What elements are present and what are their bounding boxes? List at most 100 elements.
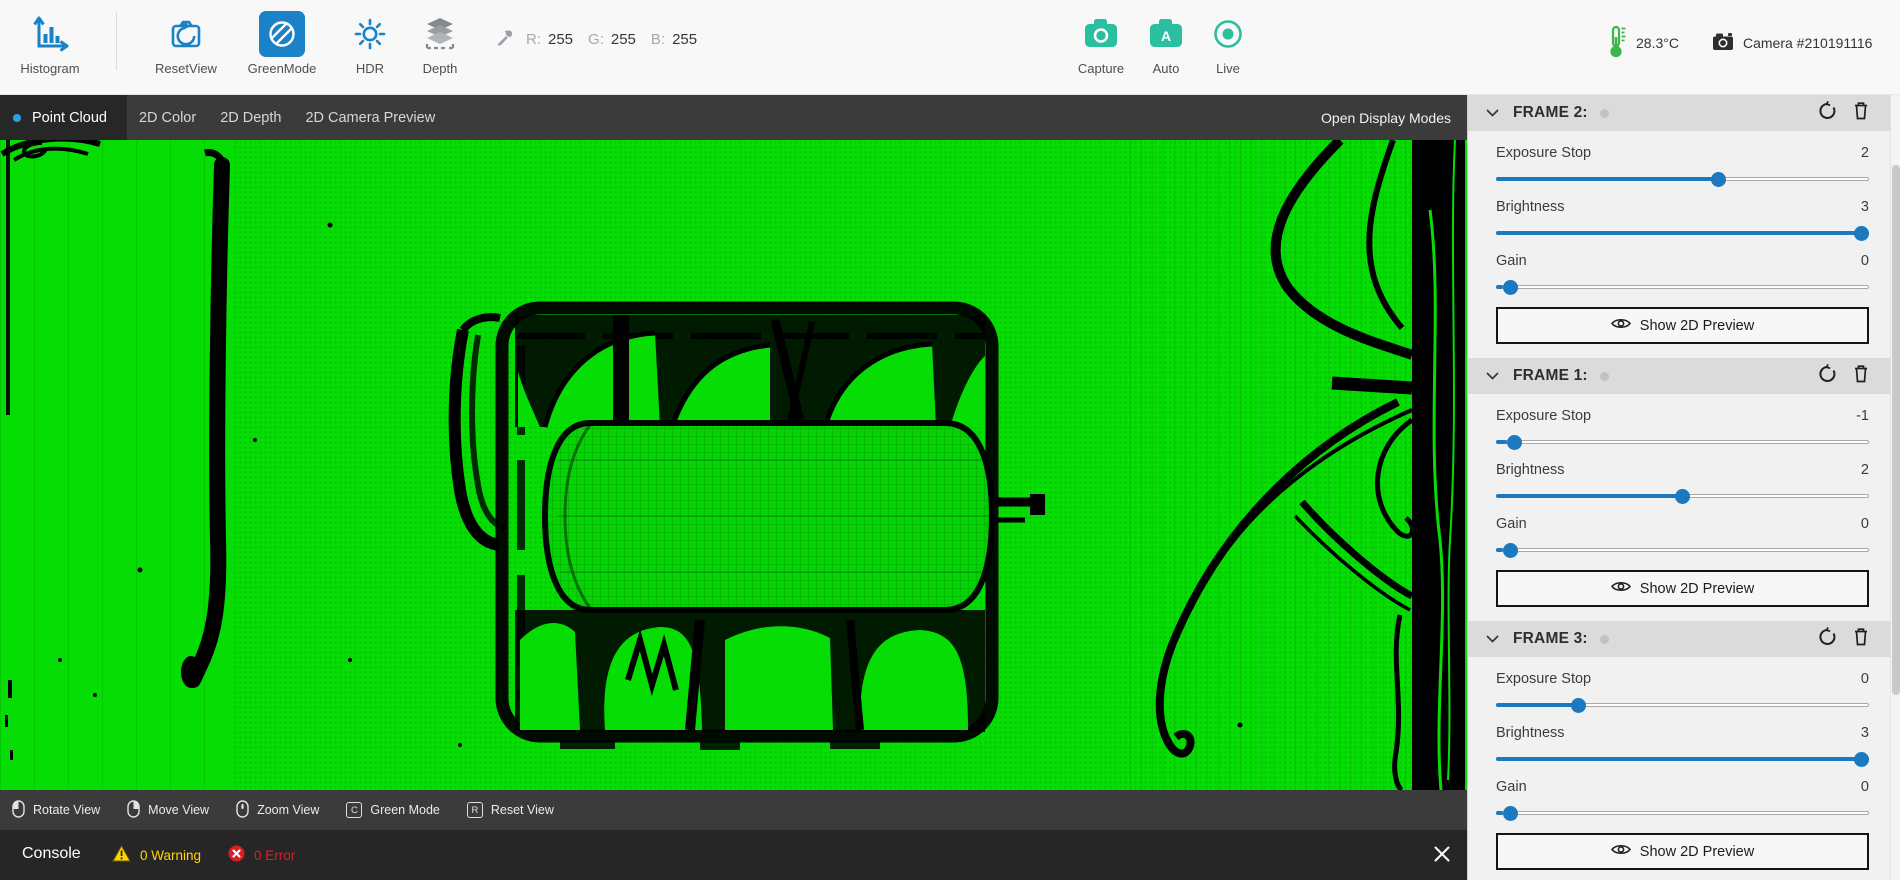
exposure-stop-label: Exposure Stop bbox=[1496, 408, 1591, 424]
reset-frame-icon[interactable] bbox=[1818, 101, 1837, 125]
tab-point-cloud[interactable]: Point Cloud bbox=[0, 95, 127, 140]
slider-group: Gain0 bbox=[1496, 514, 1869, 558]
slider-handle[interactable] bbox=[1503, 543, 1518, 558]
slider-group: Exposure Stop2 bbox=[1496, 143, 1869, 187]
gain-slider[interactable] bbox=[1496, 805, 1869, 821]
svg-text:A: A bbox=[1161, 28, 1171, 44]
frame-2-header[interactable]: FRAME 2: bbox=[1468, 95, 1891, 131]
delete-frame-icon[interactable] bbox=[1853, 627, 1869, 651]
brightness-slider[interactable] bbox=[1496, 488, 1869, 504]
reset-frame-icon[interactable] bbox=[1818, 627, 1837, 651]
b-label: B: bbox=[651, 31, 665, 48]
brightness-slider[interactable] bbox=[1496, 225, 1869, 241]
exposure-stop-value: -1 bbox=[1856, 408, 1869, 424]
exposure-stop-slider[interactable] bbox=[1496, 434, 1869, 450]
depth-label: Depth bbox=[398, 61, 482, 76]
show-2d-preview-button[interactable]: Show 2D Preview bbox=[1496, 570, 1869, 607]
eyedropper-icon bbox=[495, 27, 515, 51]
capture-label: Capture bbox=[1069, 61, 1133, 76]
point-cloud-viewport[interactable] bbox=[0, 140, 1467, 790]
exposure-stop-slider[interactable] bbox=[1496, 697, 1869, 713]
slider-group: Brightness3 bbox=[1496, 723, 1869, 767]
auto-button[interactable]: A Auto bbox=[1134, 8, 1198, 76]
hint-rotate-view: Rotate View bbox=[12, 800, 100, 821]
scrollbar-thumb[interactable] bbox=[1892, 165, 1900, 695]
capture-button[interactable]: Capture bbox=[1069, 8, 1133, 76]
hint-move-view: Move View bbox=[127, 800, 209, 821]
tab-2d-depth[interactable]: 2D Depth bbox=[208, 95, 293, 140]
exposure-stop-label: Exposure Stop bbox=[1496, 145, 1591, 161]
warning-counter[interactable]: 0 Warning bbox=[112, 845, 201, 865]
show-2d-preview-button[interactable]: Show 2D Preview bbox=[1496, 833, 1869, 870]
tab-2d-camera-preview[interactable]: 2D Camera Preview bbox=[293, 95, 447, 140]
frame-title: FRAME 2: bbox=[1513, 104, 1588, 122]
toolbar-divider bbox=[116, 12, 117, 70]
show-2d-preview-button[interactable]: Show 2D Preview bbox=[1496, 307, 1869, 344]
gain-label: Gain bbox=[1496, 779, 1527, 795]
gain-slider[interactable] bbox=[1496, 542, 1869, 558]
gain-label: Gain bbox=[1496, 253, 1527, 269]
chevron-down-icon[interactable] bbox=[1486, 104, 1499, 122]
chevron-down-icon[interactable] bbox=[1486, 367, 1499, 385]
b-value: 255 bbox=[672, 31, 697, 48]
eye-icon bbox=[1611, 317, 1631, 334]
histogram-button[interactable]: Histogram bbox=[8, 8, 92, 76]
slider-handle[interactable] bbox=[1503, 280, 1518, 295]
display-mode-tabbar: Point Cloud 2D Color 2D Depth 2D Camera … bbox=[0, 95, 1467, 140]
brightness-slider[interactable] bbox=[1496, 751, 1869, 767]
slider-handle[interactable] bbox=[1854, 226, 1869, 241]
console-close-icon[interactable] bbox=[1433, 845, 1451, 868]
frame-1-panel: FRAME 1: Exposure Stop-1 Bright bbox=[1468, 358, 1891, 607]
reset-view-button[interactable]: ResetView bbox=[144, 8, 228, 76]
slider-handle[interactable] bbox=[1503, 806, 1518, 821]
sidebar-scrollbar[interactable] bbox=[1890, 95, 1900, 880]
brightness-value: 3 bbox=[1861, 725, 1869, 741]
histogram-icon bbox=[8, 8, 92, 60]
open-display-modes-button[interactable]: Open Display Modes bbox=[1321, 95, 1451, 140]
gain-slider[interactable] bbox=[1496, 279, 1869, 295]
mouse-wheel-icon bbox=[236, 800, 249, 821]
delete-frame-icon[interactable] bbox=[1853, 101, 1869, 125]
gain-value: 0 bbox=[1861, 253, 1869, 269]
gain-value: 0 bbox=[1861, 516, 1869, 532]
live-icon bbox=[1196, 8, 1260, 60]
frames-sidebar: FRAME 2: Exposure Stop2 Brightn bbox=[1467, 95, 1900, 880]
camera-icon bbox=[1712, 32, 1734, 54]
error-icon bbox=[228, 845, 245, 865]
slider-group: Exposure Stop0 bbox=[1496, 669, 1869, 713]
brightness-value: 3 bbox=[1861, 199, 1869, 215]
frame-3-header[interactable]: FRAME 3: bbox=[1468, 621, 1891, 657]
key-c-icon: C bbox=[346, 802, 362, 818]
exposure-stop-slider[interactable] bbox=[1496, 171, 1869, 187]
slider-handle[interactable] bbox=[1507, 435, 1522, 450]
slider-group: Gain0 bbox=[1496, 777, 1869, 821]
green-mode-button[interactable]: GreenMode bbox=[240, 8, 324, 76]
brightness-label: Brightness bbox=[1496, 199, 1565, 215]
slider-handle[interactable] bbox=[1854, 752, 1869, 767]
live-button[interactable]: Live bbox=[1196, 8, 1260, 76]
delete-frame-icon[interactable] bbox=[1853, 364, 1869, 388]
frame-3-panel: FRAME 3: Exposure Stop0 Brightn bbox=[1468, 621, 1891, 870]
warning-icon bbox=[112, 845, 131, 865]
viewport-hint-bar: Rotate View Move View Zoom View C Gree bbox=[0, 790, 1467, 830]
frame-status-dot bbox=[1600, 372, 1609, 381]
slider-handle[interactable] bbox=[1711, 172, 1726, 187]
green-mode-label: GreenMode bbox=[240, 61, 324, 76]
tab-2d-color[interactable]: 2D Color bbox=[127, 95, 208, 140]
slider-group: Gain 0 bbox=[1496, 251, 1869, 295]
chevron-down-icon[interactable] bbox=[1486, 630, 1499, 648]
live-label: Live bbox=[1196, 61, 1260, 76]
error-counter[interactable]: 0 Error bbox=[228, 845, 295, 865]
depth-button[interactable]: Depth bbox=[398, 8, 482, 76]
frame-1-header[interactable]: FRAME 1: bbox=[1468, 358, 1891, 394]
frame-status-dot bbox=[1600, 635, 1609, 644]
brightness-label: Brightness bbox=[1496, 462, 1565, 478]
slider-handle[interactable] bbox=[1675, 489, 1690, 504]
tab-label: 2D Depth bbox=[220, 110, 281, 126]
reset-view-icon bbox=[144, 8, 228, 60]
top-toolbar: Histogram ResetView bbox=[0, 0, 1900, 95]
reset-frame-icon[interactable] bbox=[1818, 364, 1837, 388]
app-root: Histogram ResetView bbox=[0, 0, 1900, 880]
console-bar: Console 0 Warning 0 Error bbox=[0, 830, 1467, 880]
slider-handle[interactable] bbox=[1571, 698, 1586, 713]
